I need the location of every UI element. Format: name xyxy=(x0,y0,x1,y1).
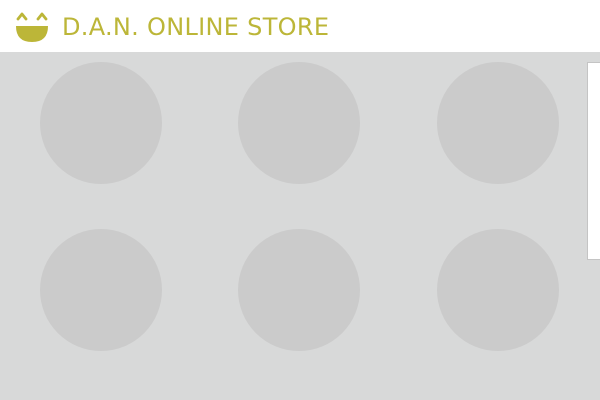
product-image-placeholder[interactable] xyxy=(437,229,559,351)
site-header: D.A.N. ONLINE STORE xyxy=(0,0,600,52)
product-image-placeholder[interactable] xyxy=(238,229,360,351)
product-grid xyxy=(0,52,600,400)
store-page: D.A.N. ONLINE STORE xyxy=(0,0,600,400)
side-panel-edge xyxy=(587,62,600,260)
product-image-placeholder[interactable] xyxy=(40,229,162,351)
store-name: D.A.N. ONLINE STORE xyxy=(62,13,330,41)
product-image-placeholder[interactable] xyxy=(437,62,559,184)
product-image-placeholder[interactable] xyxy=(40,62,162,184)
product-catalog xyxy=(0,52,600,400)
product-image-placeholder[interactable] xyxy=(238,62,360,184)
smiling-face-icon xyxy=(16,12,48,42)
home-link[interactable]: D.A.N. ONLINE STORE xyxy=(16,12,329,42)
